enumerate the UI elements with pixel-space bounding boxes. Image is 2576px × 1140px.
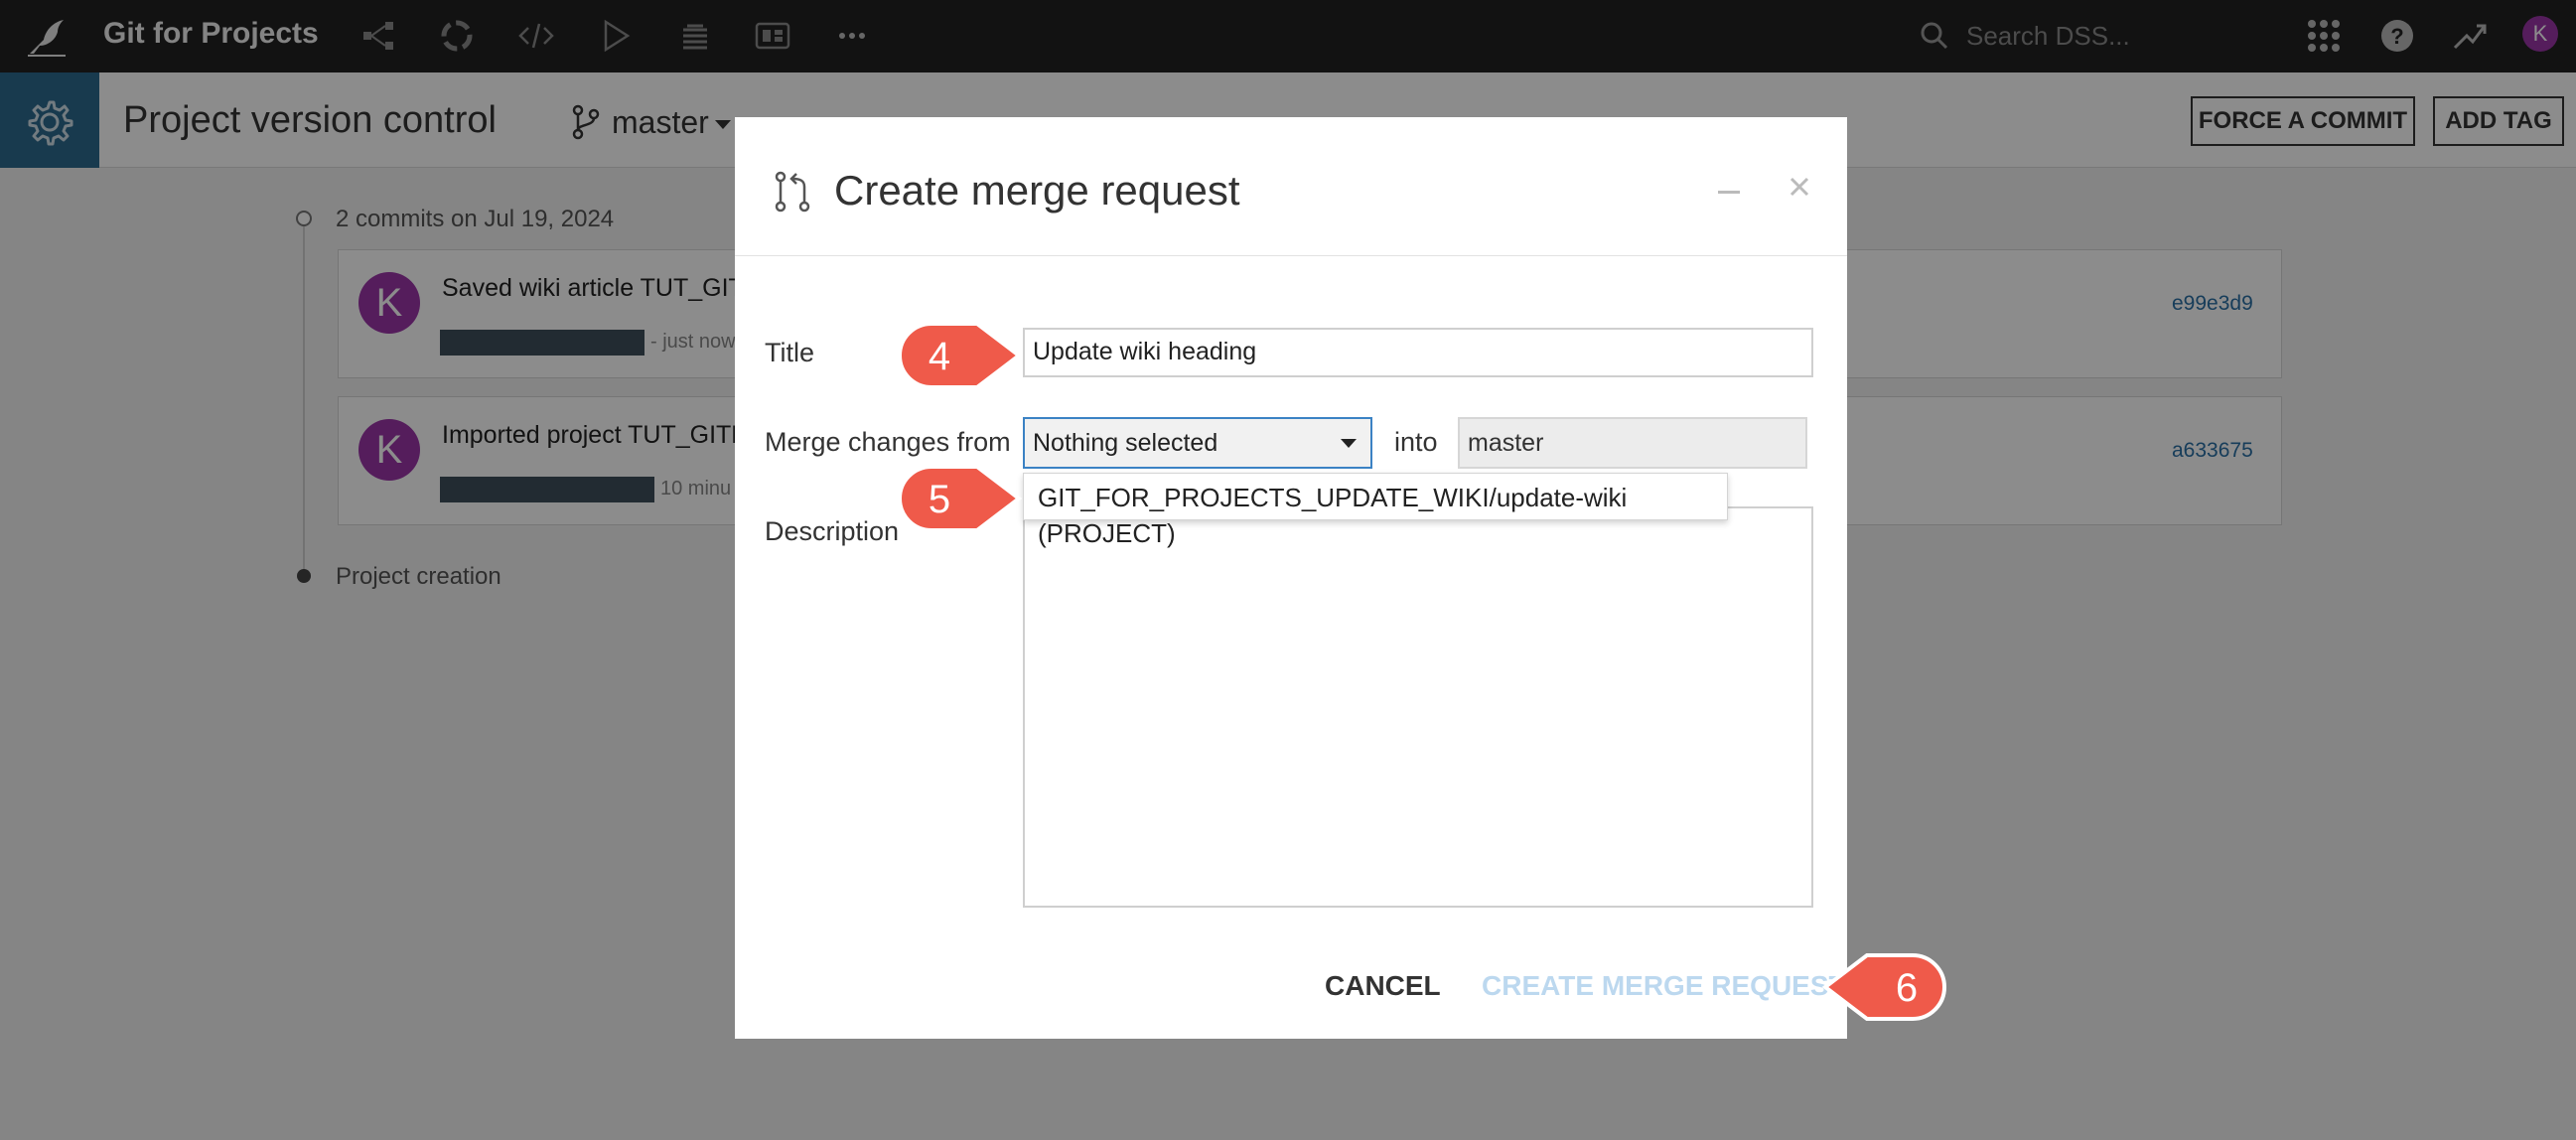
create-merge-request-dialog: Create merge request Title Update wiki h… (735, 117, 1847, 1039)
merge-from-label: Merge changes from (765, 427, 1011, 457)
target-branch-field: master (1458, 417, 1807, 469)
step-number: 6 (1896, 966, 1918, 1010)
description-label: Description (765, 516, 900, 546)
step-callout-4: 4 (898, 322, 1023, 389)
merge-from-select[interactable]: Nothing selected (1023, 417, 1372, 469)
into-label: into (1394, 427, 1438, 457)
title-label: Title (765, 338, 815, 367)
merge-from-dropdown: GIT_FOR_PROJECTS_UPDATE_WIKI/update-wiki… (1023, 473, 1728, 548)
step-number: 5 (929, 478, 950, 521)
merge-from-value: Nothing selected (1033, 429, 1218, 457)
create-merge-request-button[interactable]: CREATE MERGE REQUEST (1482, 969, 1846, 1003)
merge-request-icon (775, 171, 810, 213)
description-textarea[interactable] (1023, 506, 1813, 908)
dialog-header: Create merge request (735, 117, 1847, 256)
minimize-icon[interactable] (1718, 171, 1752, 211)
cancel-button[interactable]: CANCEL (1325, 969, 1441, 1003)
step-callout-5: 5 (898, 465, 1023, 532)
chevron-down-icon (1341, 439, 1357, 448)
close-icon[interactable] (1780, 167, 1819, 207)
dialog-title: Create merge request (834, 167, 1240, 214)
title-input[interactable]: Update wiki heading (1023, 328, 1813, 377)
step-callout-6: 6 (1821, 953, 1946, 1021)
dropdown-option[interactable]: GIT_FOR_PROJECTS_UPDATE_WIKI/update-wiki… (1038, 480, 1727, 551)
step-number: 4 (929, 335, 950, 378)
